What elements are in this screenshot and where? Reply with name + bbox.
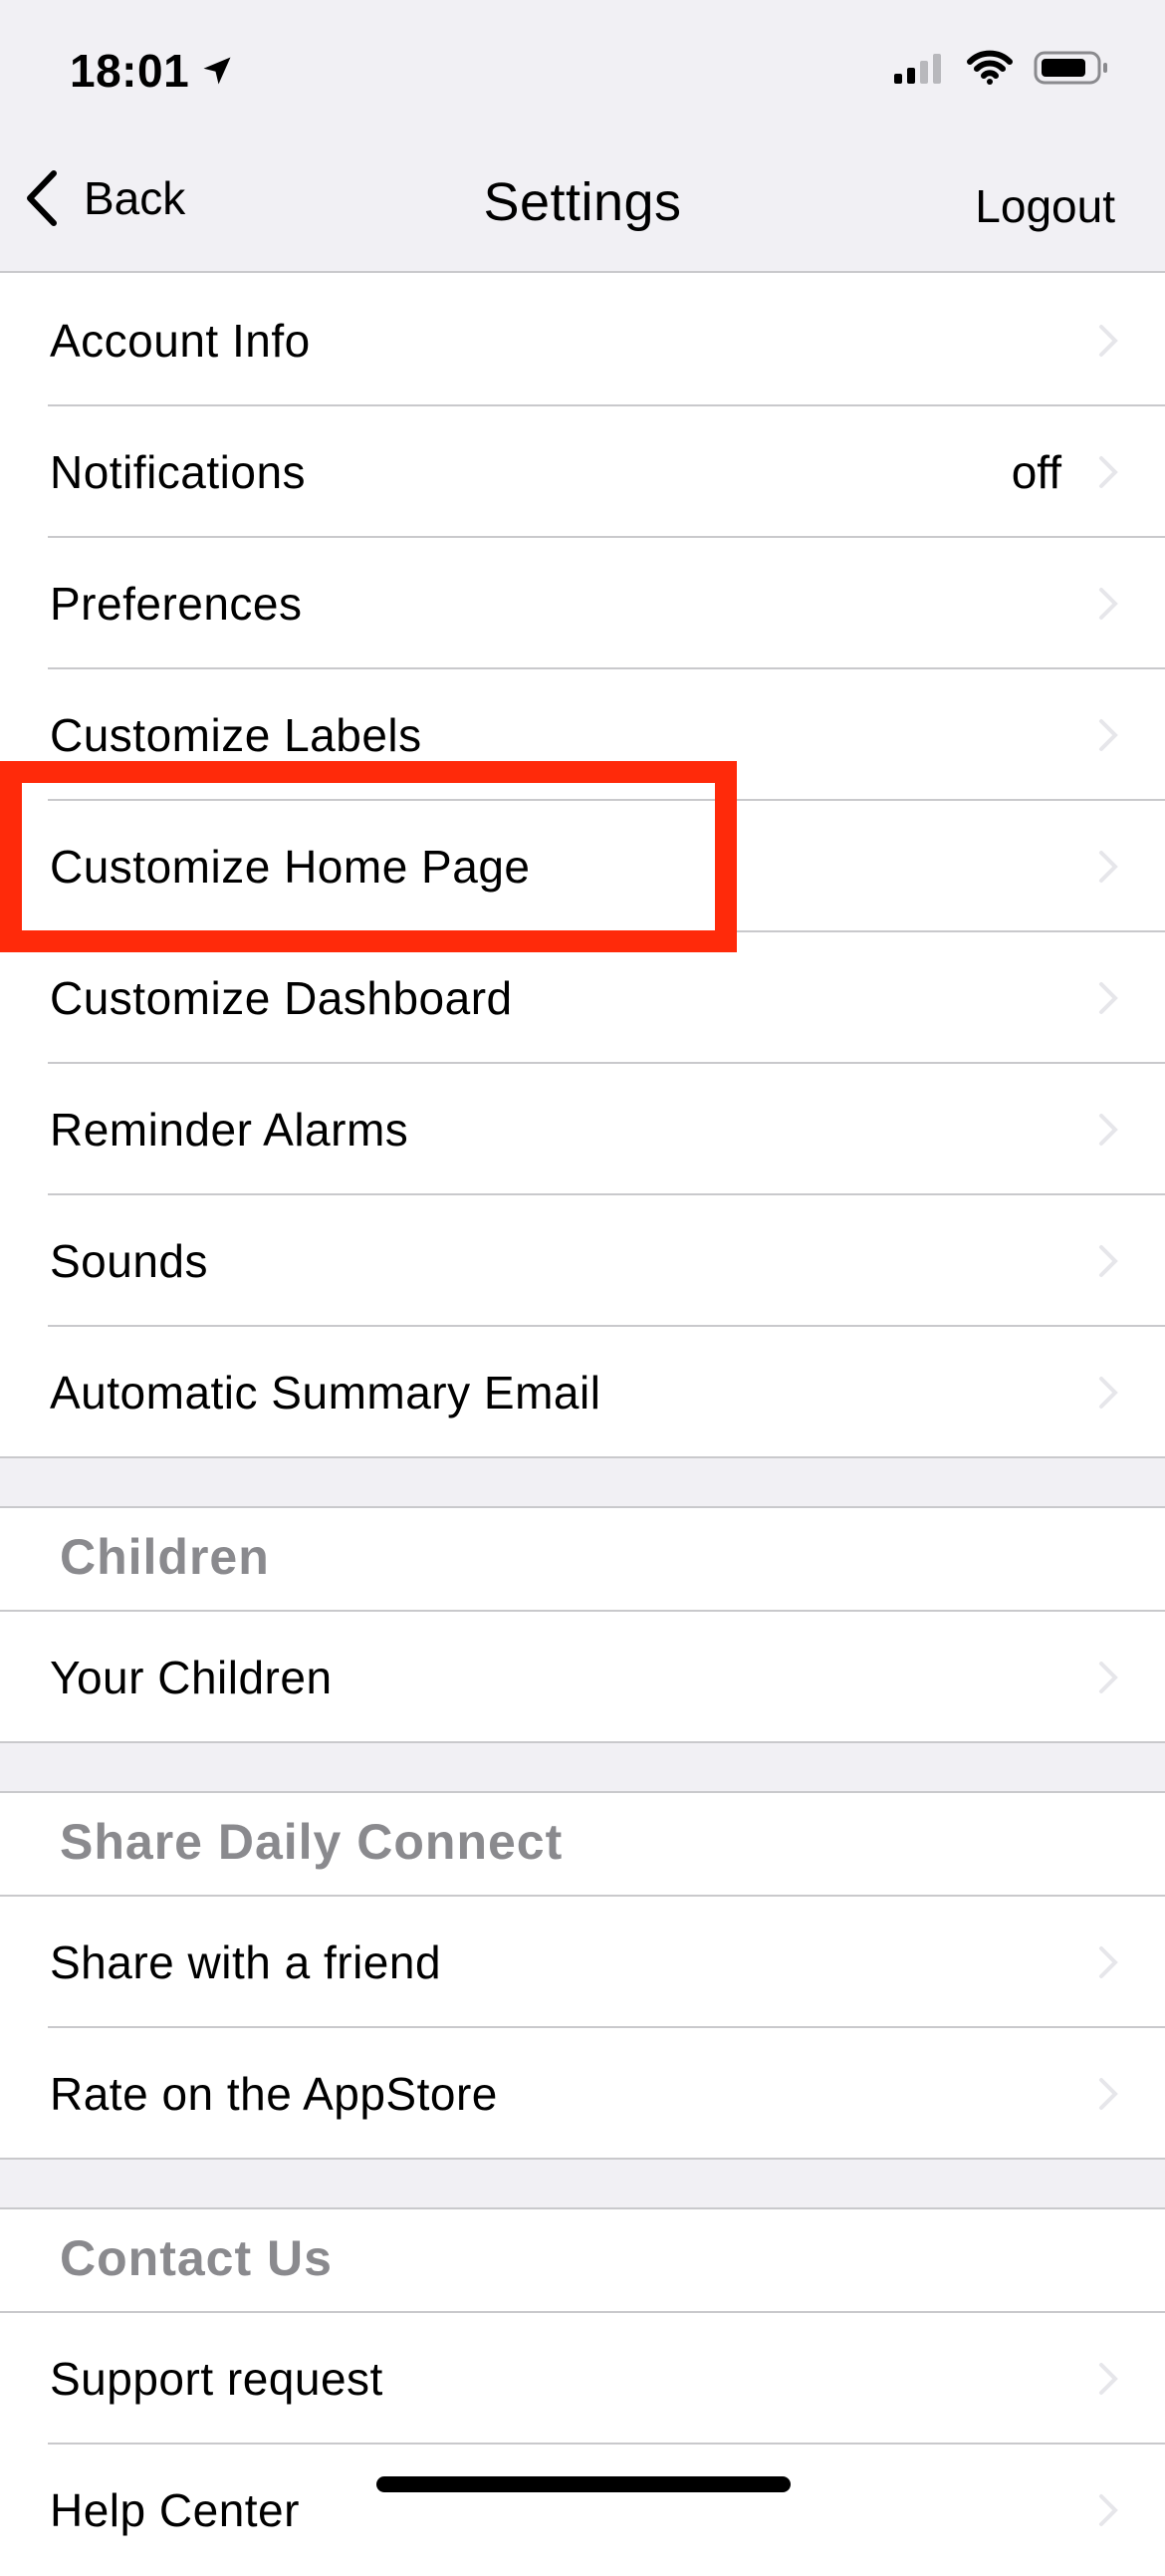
row-account-info[interactable]: Account Info [0,275,1165,406]
chevron-right-icon [1099,2494,1118,2526]
wifi-icon [967,50,1013,85]
notifications-value: off [1011,446,1061,498]
row-label: Your Children [50,1652,333,1703]
section-gap [0,1458,1165,1508]
chevron-right-icon [1099,1114,1118,1146]
top-bar: 18:01 Back Settings Logout [0,0,1165,273]
row-label: Account Info [50,315,311,367]
row-label: Customize Labels [50,709,422,761]
row-label: Support request [50,2353,383,2405]
settings-list: Account Info Notifications off Preferenc… [0,275,1165,2576]
row-customize-dashboard[interactable]: Customize Dashboard [0,932,1165,1064]
row-support-request[interactable]: Support request [0,2313,1165,2445]
section-header-children: Children [0,1508,1165,1612]
section-title: Contact Us [60,2230,333,2286]
row-separator [0,1741,1165,1743]
row-label: Sounds [50,1235,209,1287]
chevron-right-icon [1099,2363,1118,2395]
chevron-right-icon [1099,1377,1118,1409]
row-rate-appstore[interactable]: Rate on the AppStore [0,2028,1165,2160]
row-notifications[interactable]: Notifications off [0,406,1165,538]
chevron-right-icon [1099,719,1118,751]
status-icons [894,50,1109,86]
row-label: Customize Home Page [50,841,531,893]
row-customize-home-page[interactable]: Customize Home Page [0,801,1165,932]
row-label: Preferences [50,578,303,630]
home-indicator [376,2476,791,2492]
status-time: 18:01 [70,44,235,98]
chevron-right-icon [1099,1946,1118,1978]
row-label: Customize Dashboard [50,972,513,1024]
logout-button[interactable]: Logout [975,179,1115,233]
row-label: Notifications [50,446,307,498]
chevron-right-icon [1099,325,1118,357]
row-customize-labels[interactable]: Customize Labels [0,669,1165,801]
section-title: Share Daily Connect [60,1814,564,1870]
chevron-right-icon [1099,851,1118,883]
row-sounds[interactable]: Sounds [0,1195,1165,1327]
chevron-right-icon [1099,1245,1118,1277]
location-arrow-icon [203,57,231,85]
row-automatic-summary-email[interactable]: Automatic Summary Email [0,1327,1165,1458]
chevron-right-icon [1099,2078,1118,2110]
row-separator [0,1456,1165,1458]
row-label: Rate on the AppStore [50,2068,498,2120]
section-header-contact: Contact Us [0,2209,1165,2313]
chevron-right-icon [1099,588,1118,620]
battery-icon [1034,51,1107,85]
row-reminder-alarms[interactable]: Reminder Alarms [0,1064,1165,1195]
row-share-with-friend[interactable]: Share with a friend [0,1897,1165,2028]
section-title: Children [60,1529,270,1585]
section-gap [0,2160,1165,2209]
section-header-share: Share Daily Connect [0,1793,1165,1897]
row-help-center[interactable]: Help Center [0,2445,1165,2576]
row-your-children[interactable]: Your Children [0,1612,1165,1743]
row-preferences[interactable]: Preferences [0,538,1165,669]
status-time-text: 18:01 [70,45,190,97]
row-label: Help Center [50,2484,300,2536]
chevron-right-icon [1099,456,1118,488]
section-gap [0,1743,1165,1793]
row-label: Share with a friend [50,1936,442,1988]
chevron-right-icon [1099,982,1118,1014]
cellular-signal-icon [894,54,941,84]
chevron-right-icon [1099,1662,1118,1693]
row-separator [0,2158,1165,2160]
row-label: Reminder Alarms [50,1104,409,1156]
row-label: Automatic Summary Email [50,1367,601,1418]
